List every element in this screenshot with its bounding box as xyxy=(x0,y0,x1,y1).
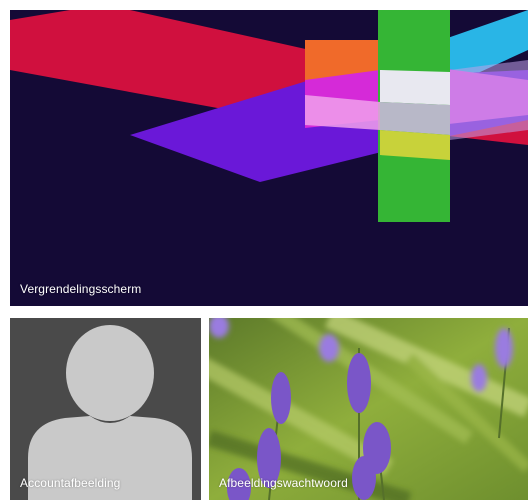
account-picture-label: Accountafbeelding xyxy=(20,476,121,490)
lock-screen-tile[interactable]: Vergrendelingsscherm xyxy=(10,10,528,306)
picture-password-tile[interactable]: Afbeeldingswachtwoord xyxy=(209,318,528,500)
lock-screen-label: Vergrendelingsscherm xyxy=(20,282,142,296)
lavender-photo xyxy=(209,318,528,500)
user-silhouette-icon xyxy=(10,318,201,500)
lock-screen-image xyxy=(10,10,528,306)
account-picture-tile[interactable]: Accountafbeelding xyxy=(10,318,201,500)
picture-password-label: Afbeeldingswachtwoord xyxy=(219,476,348,490)
